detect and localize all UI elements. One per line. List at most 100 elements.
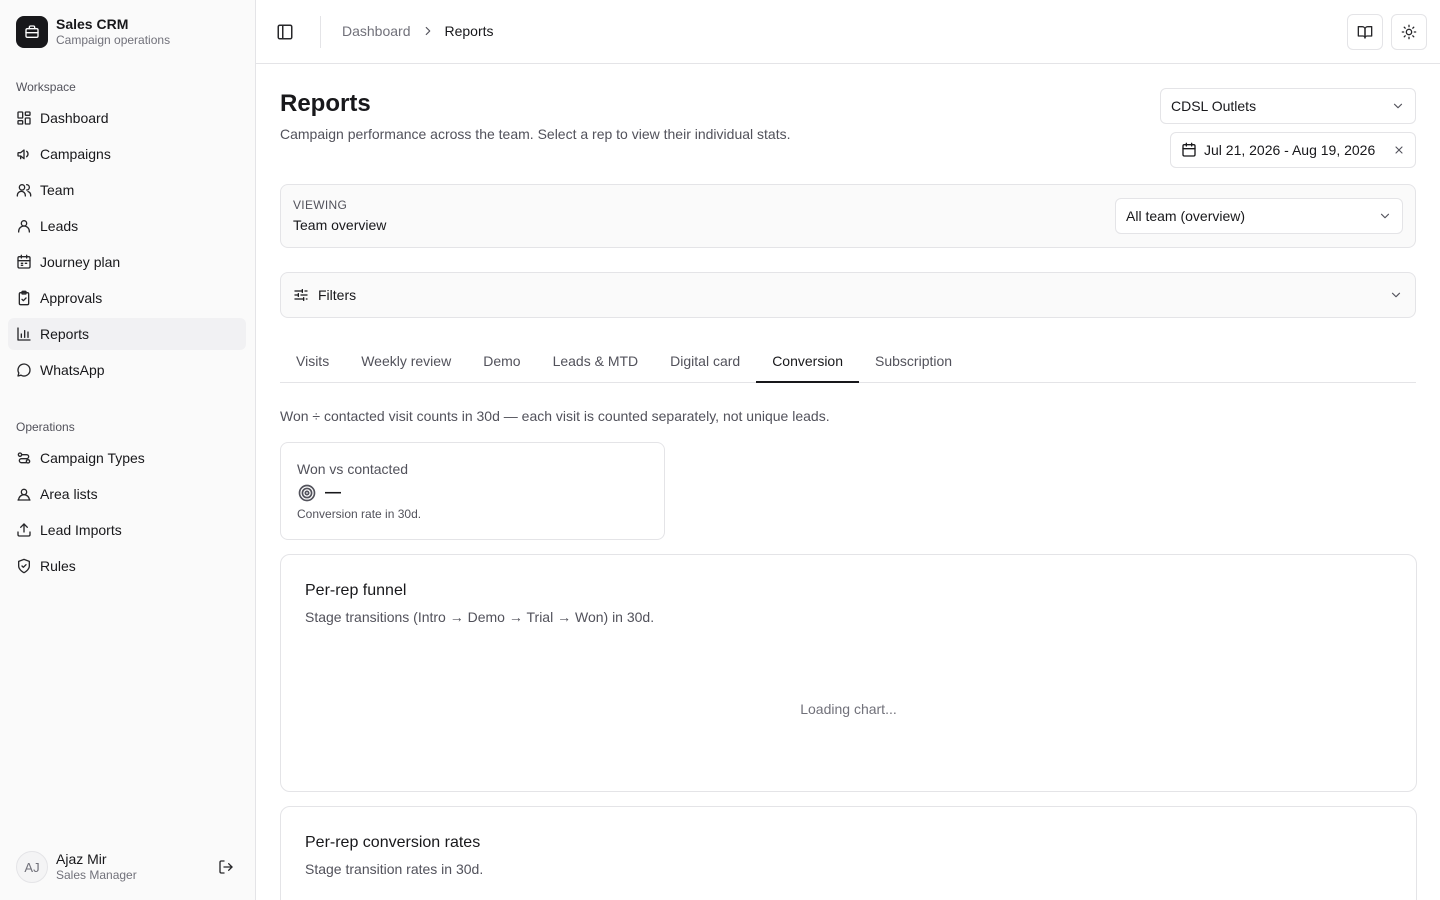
- report-tabs: Visits Weekly review Demo Leads & MTD Di…: [280, 340, 1416, 383]
- message-circle-icon: [17, 363, 31, 377]
- top-header: Dashboard Reports: [256, 0, 1440, 64]
- tab-conversion[interactable]: Conversion: [756, 340, 860, 383]
- header-divider: [320, 16, 321, 48]
- user-profile[interactable]: AJ Ajaz Mir Sales Manager: [16, 851, 240, 883]
- user-role: Sales Manager: [56, 868, 137, 882]
- breadcrumb-dashboard[interactable]: Dashboard: [342, 23, 411, 39]
- sidebar-item-reports[interactable]: Reports: [8, 318, 246, 350]
- user-name: Ajaz Mir: [56, 851, 107, 867]
- sidebar-item-dashboard[interactable]: Dashboard: [8, 102, 246, 134]
- tab-weekly-review[interactable]: Weekly review: [345, 340, 467, 382]
- brand-subtitle: Campaign operations: [56, 33, 171, 47]
- sidebar-item-label: Approvals: [40, 290, 103, 306]
- brand[interactable]: Sales CRM Campaign operations: [16, 16, 170, 48]
- chevron-down-icon: [1380, 213, 1390, 219]
- card-title: Per-rep conversion rates: [305, 834, 481, 851]
- operations-nav: Campaign Types Area lists Lead Imports R…: [8, 442, 246, 586]
- logout-icon[interactable]: [218, 859, 234, 875]
- sidebar-item-approvals[interactable]: Approvals: [8, 282, 246, 314]
- per-rep-conversion-rates-card: Per-rep conversion rates Stage transitio…: [280, 806, 1417, 900]
- sidebar-item-label: Reports: [40, 326, 90, 342]
- user-square-icon: [17, 488, 31, 501]
- sidebar-item-label: Area lists: [40, 486, 98, 502]
- theme-toggle-button[interactable]: [1391, 14, 1427, 50]
- sidebar-item-team[interactable]: Team: [8, 174, 246, 206]
- nav-group-workspace: Workspace: [16, 80, 76, 94]
- viewing-panel: VIEWING Team overview All team (overview…: [280, 184, 1416, 248]
- rep-select[interactable]: All team (overview): [1115, 198, 1403, 234]
- upload-icon: [17, 523, 31, 537]
- page-title: Reports: [280, 90, 371, 117]
- rep-select-value: All team (overview): [1126, 208, 1246, 224]
- shield-check-icon: [18, 558, 30, 574]
- page-subtitle: Campaign performance across the team. Se…: [280, 126, 791, 142]
- tab-digital-card[interactable]: Digital card: [654, 340, 756, 382]
- sidebar-item-label: Rules: [40, 558, 76, 574]
- sidebar-item-campaign-types[interactable]: Campaign Types: [8, 442, 246, 474]
- sidebar-item-label: Journey plan: [40, 254, 121, 270]
- sidebar-item-whatsapp[interactable]: WhatsApp: [8, 354, 246, 386]
- sidebar-item-area-lists[interactable]: Area lists: [8, 478, 246, 510]
- card-subtitle: Stage transition rates in 30d.: [305, 861, 484, 877]
- chevron-down-icon: [1391, 292, 1401, 298]
- card-subtitle: Stage transitions (Intro → Demo → Trial …: [305, 609, 655, 625]
- sidebar-item-label: Leads: [40, 218, 79, 234]
- nav-group-operations: Operations: [16, 420, 75, 434]
- calendar-icon: [17, 254, 31, 269]
- megaphone-icon: [17, 149, 29, 160]
- route-icon: [17, 452, 31, 464]
- calendar-icon: [1182, 142, 1196, 157]
- card-title: Per-rep funnel: [305, 582, 407, 599]
- briefcase-icon: [16, 16, 48, 48]
- tab-leads-mtd[interactable]: Leads & MTD: [537, 340, 655, 382]
- viewing-label: VIEWING: [293, 198, 348, 212]
- brand-name: Sales CRM: [56, 16, 129, 32]
- sidebar-item-journey-plan[interactable]: Journey plan: [8, 246, 246, 278]
- kpi-title: Won vs contacted: [297, 461, 409, 477]
- users-icon: [16, 184, 32, 197]
- sidebar-item-lead-imports[interactable]: Lead Imports: [8, 514, 246, 546]
- clear-date-icon[interactable]: [1393, 144, 1405, 156]
- outlet-select-value: CDSL Outlets: [1171, 98, 1257, 114]
- user-icon: [18, 220, 30, 233]
- conversion-note: Won ÷ contacted visit counts in 30d — ea…: [280, 408, 830, 424]
- date-range-value: Jul 21, 2026 - Aug 19, 2026: [1204, 142, 1376, 158]
- book-open-icon: [1357, 26, 1373, 39]
- sliders-icon: [294, 289, 308, 301]
- sidebar-item-label: Team: [40, 182, 75, 198]
- filters-label: Filters: [318, 287, 357, 303]
- breadcrumb-current: Reports: [444, 23, 494, 39]
- tab-subscription[interactable]: Subscription: [859, 340, 968, 382]
- viewing-value: Team overview: [293, 217, 387, 233]
- sidebar-item-label: Dashboard: [40, 110, 109, 126]
- main-content: Reports Campaign performance across the …: [280, 64, 1417, 900]
- filters-toggle[interactable]: Filters: [280, 272, 1416, 318]
- sidebar-item-label: Lead Imports: [40, 522, 122, 538]
- avatar: AJ: [16, 851, 48, 883]
- chevron-down-icon: [1393, 103, 1403, 109]
- sidebar-item-label: Campaign Types: [40, 450, 145, 466]
- breadcrumb: Dashboard Reports: [342, 23, 494, 39]
- tab-demo[interactable]: Demo: [467, 340, 536, 382]
- sidebar-item-rules[interactable]: Rules: [8, 550, 246, 582]
- workspace-nav: Dashboard Campaigns Team Leads Journey p…: [8, 102, 246, 390]
- sidebar-item-leads[interactable]: Leads: [8, 210, 246, 242]
- per-rep-funnel-card: Per-rep funnel Stage transitions (Intro …: [280, 554, 1417, 792]
- sun-icon: [1401, 24, 1417, 40]
- sidebar-toggle-icon[interactable]: [276, 23, 294, 41]
- clipboard-check-icon: [18, 290, 30, 306]
- bar-chart-icon: [17, 327, 31, 341]
- tab-visits[interactable]: Visits: [280, 340, 345, 382]
- docs-button[interactable]: [1347, 14, 1383, 50]
- chart-loading-text: Loading chart...: [800, 701, 897, 717]
- target-icon: [298, 484, 316, 502]
- kpi-footnote: Conversion rate in 30d.: [297, 507, 422, 521]
- sidebar-item-campaigns[interactable]: Campaigns: [8, 138, 246, 170]
- layout-grid-icon: [17, 111, 31, 125]
- kpi-value: —: [325, 484, 341, 501]
- outlet-select[interactable]: CDSL Outlets: [1160, 88, 1416, 124]
- date-range-picker[interactable]: Jul 21, 2026 - Aug 19, 2026: [1170, 132, 1416, 168]
- sidebar: Sales CRM Campaign operations Workspace …: [0, 0, 256, 900]
- chevron-right-icon: [425, 26, 430, 36]
- sidebar-item-label: Campaigns: [40, 146, 111, 162]
